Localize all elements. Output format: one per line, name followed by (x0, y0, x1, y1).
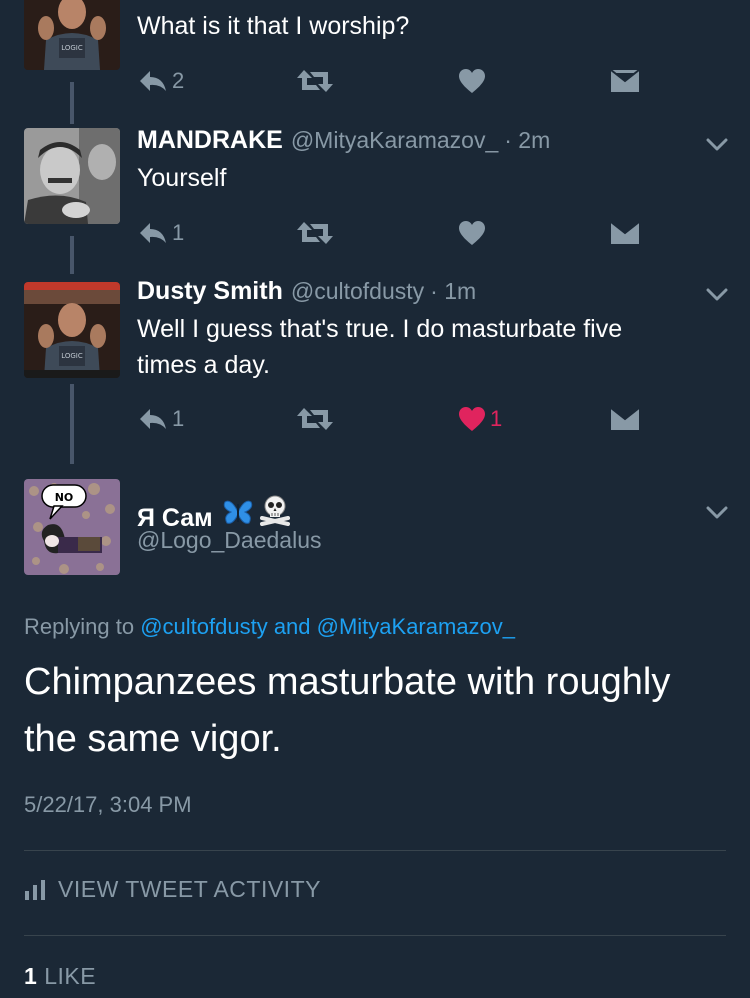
view-tweet-activity-button[interactable]: VIEW TWEET ACTIVITY (24, 876, 321, 903)
user-handle[interactable]: @Logo_Daedalus (137, 527, 321, 554)
retweet-button[interactable] (296, 66, 334, 96)
reply-count: 1 (172, 406, 185, 431)
reply-icon (140, 71, 166, 91)
reply-icon (140, 223, 166, 243)
avatar-logo-daedalus[interactable]: NO (24, 479, 120, 575)
user-handle[interactable]: @MityaKaramazov_ (291, 127, 498, 154)
tweet-time: · 1m (430, 278, 477, 304)
main-tweet-text: Chimpanzees masturbate with roughly the … (24, 661, 671, 760)
display-name[interactable]: Dusty Smith (137, 277, 283, 306)
chevron-down-icon[interactable] (706, 506, 728, 520)
retweet-button[interactable] (296, 404, 334, 434)
like-button[interactable] (458, 66, 486, 96)
heart-icon (459, 221, 485, 245)
replying-to: Replying to @cultofdusty and @MityaKaram… (24, 614, 515, 640)
chevron-down-icon[interactable] (706, 138, 728, 152)
tweet-time: · 2m (504, 127, 551, 153)
avatar-dusty-smith[interactable]: LOGIC (24, 282, 120, 378)
reply-button[interactable]: 2 (138, 66, 184, 96)
replying-prefix: Replying to (24, 614, 135, 639)
retweet-icon (297, 222, 333, 244)
like-button[interactable]: 1 (458, 404, 502, 434)
divider (24, 935, 726, 936)
reply-button[interactable]: 1 (138, 218, 184, 248)
envelope-icon (610, 69, 640, 92)
retweet-button[interactable] (296, 218, 334, 248)
svg-text:LOGIC: LOGIC (61, 352, 83, 360)
heart-icon (459, 407, 485, 431)
svg-text:LOGIC: LOGIC (61, 44, 83, 52)
direct-message-button[interactable] (610, 218, 640, 248)
tweet-header: MANDRAKE @MityaKaramazov_ · 2m (137, 126, 550, 158)
retweet-icon (297, 408, 333, 430)
tweet-detail-screen: LOGIC What is it that I worship? 2 MANDR (0, 0, 750, 998)
envelope-icon (610, 221, 640, 244)
retweet-icon (297, 70, 333, 92)
tweet-header: Я Сам (137, 494, 291, 532)
like-label: LIKE (44, 963, 97, 989)
display-name[interactable]: MANDRAKE (137, 126, 283, 155)
heart-icon (459, 69, 485, 93)
tweet-header: Dusty Smith @cultofdusty · 1m (137, 277, 476, 309)
likes-count-row[interactable]: 1 LIKE (24, 963, 96, 990)
thread-line (70, 82, 74, 124)
reply-mentions[interactable]: @cultofdusty and @MityaKaramazov_ (140, 614, 515, 639)
bar-chart-icon (25, 879, 45, 900)
envelope-icon (610, 407, 640, 430)
tweet-timestamp: 5/22/17, 3:04 PM (24, 792, 192, 817)
avatar-image: LOGIC (24, 0, 120, 70)
tweet-text: What is it that I worship? (137, 12, 410, 40)
reply-count: 1 (172, 220, 185, 245)
avatar-mandrake[interactable] (24, 128, 120, 224)
avatar-image: LOGIC (24, 282, 120, 378)
like-total: 1 (24, 963, 38, 989)
reply-count: 2 (172, 68, 185, 93)
chevron-down-icon[interactable] (706, 288, 728, 302)
thread-line (70, 236, 74, 274)
activity-label: VIEW TWEET ACTIVITY (58, 876, 321, 902)
direct-message-button[interactable] (610, 66, 640, 96)
skull-crossbones-emoji (259, 494, 291, 531)
main-handle-row: @Logo_Daedalus (137, 527, 321, 559)
avatar-bubble-text: NO (55, 491, 74, 504)
direct-message-button[interactable] (610, 404, 640, 434)
tweet-text-line-2: times a day. (137, 351, 270, 379)
like-count: 1 (490, 406, 503, 431)
divider (24, 850, 726, 851)
tweet-text-line-1: Well I guess that's true. I do masturbat… (137, 315, 623, 343)
avatar-dusty-smith[interactable]: LOGIC (24, 0, 120, 70)
thread-line (70, 384, 74, 464)
reply-icon (140, 409, 166, 429)
user-handle[interactable]: @cultofdusty (291, 278, 424, 305)
reply-button[interactable]: 1 (138, 404, 184, 434)
avatar-image: NO (24, 479, 120, 575)
avatar-image (24, 128, 120, 224)
tweet-text: Yourself (137, 164, 227, 192)
like-button[interactable] (458, 218, 486, 248)
